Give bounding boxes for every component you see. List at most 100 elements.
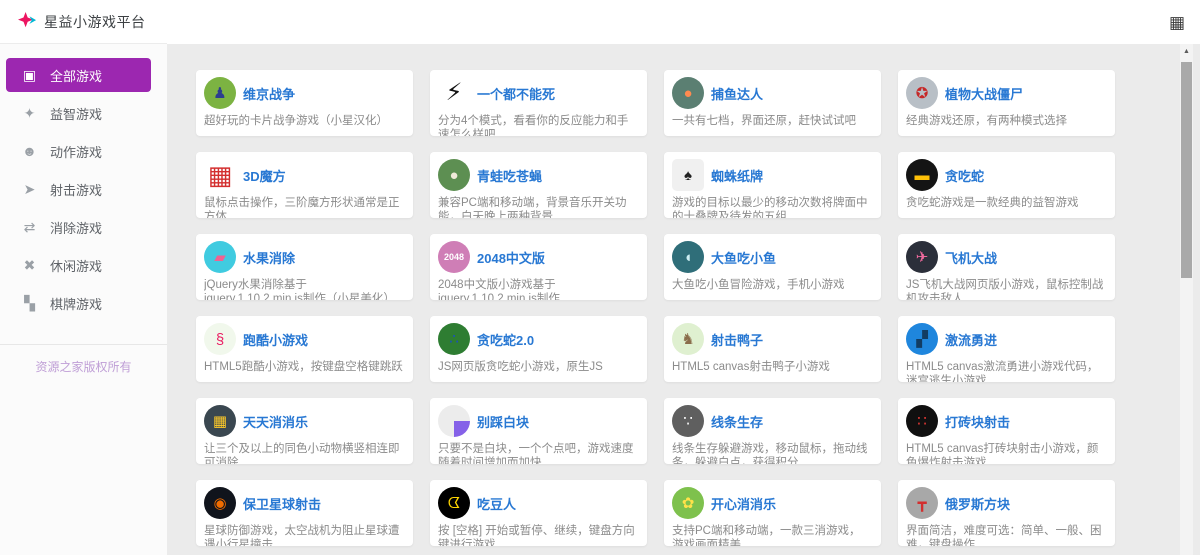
game-title-link[interactable]: 维京战争 — [243, 84, 295, 103]
game-card[interactable]: 2048 2048中文版 2048中文版小游戏基于jquery.1.10.2.m… — [430, 234, 647, 300]
game-description: 星球防御游戏，太空战机为阻止星球遭遇小行星撞击 — [204, 525, 400, 546]
pacman-icon: ᗧ — [438, 487, 470, 519]
game-title-link[interactable]: 飞机大战 — [945, 248, 997, 267]
game-card[interactable]: ▦ 3D魔方 鼠标点击操作，三阶魔方形状通常是正方体 — [196, 152, 413, 218]
game-list-panel: ♟ 维京战争 超好玩的卡片战争游戏（小星汉化） ⚡ 一个都不能死 分为4个模式，… — [167, 44, 1200, 555]
game-card[interactable]: ∷ 打砖块射击 HTML5 canvas打砖块射击小游戏，颜色爆炸射击游戏 — [898, 398, 1115, 464]
game-title-link[interactable]: 跑酷小游戏 — [243, 330, 308, 349]
game-description: HTML5 canvas打砖块射击小游戏，颜色爆炸射击游戏 — [906, 443, 1099, 464]
game-card[interactable]: ◖ 大鱼吃小鱼 大鱼吃小鱼冒险游戏，手机小游戏 — [664, 234, 881, 300]
game-title-link[interactable]: 线条生存 — [711, 412, 763, 431]
game-title-link[interactable]: 打砖块射击 — [945, 412, 1010, 431]
sidebar-item-casual-games[interactable]: ✖ 休闲游戏 — [6, 248, 151, 282]
game-description: 贪吃蛇游戏是一款经典的益智游戏 — [906, 197, 1079, 209]
game-title-link[interactable]: 大鱼吃小鱼 — [711, 248, 776, 267]
scrollbar-thumb[interactable] — [1181, 62, 1192, 278]
game-card[interactable]: 别踩白块 只要不是白块，一个个点吧，游戏速度随着时间增加而加快 — [430, 398, 647, 464]
game-description: jQuery水果消除基于jquery.1.10.2.min.js制作（小星美化） — [204, 279, 395, 300]
game-title-link[interactable]: 天天消消乐 — [243, 412, 308, 431]
game-description: 线条生存躲避游戏，移动鼠标，拖动线条，躲避白点，获得积分 — [672, 443, 868, 464]
game-description: 鼠标点击操作，三阶魔方形状通常是正方体 — [204, 197, 400, 218]
planet-defense-icon: ◉ — [204, 487, 236, 519]
game-description: 分为4个模式，看看你的反应能力和手速怎么样吧 — [438, 115, 629, 136]
apps-grid-icon[interactable]: ▦ — [1169, 14, 1185, 31]
game-card[interactable]: ∵ 线条生存 线条生存躲避游戏，移动鼠标，拖动线条，躲避白点，获得积分 — [664, 398, 881, 464]
game-card[interactable]: ⚡ 一个都不能死 分为4个模式，看看你的反应能力和手速怎么样吧 — [430, 70, 647, 136]
game-title-link[interactable]: 开心消消乐 — [711, 494, 776, 513]
game-description: HTML5跑酷小游戏，按键盘空格键跳跃 — [204, 361, 403, 373]
game-card[interactable]: ┳ 俄罗斯方块 界面简洁，难度可选：简单、一般、困难，键盘操作 — [898, 480, 1115, 546]
rocket-icon: ➤ — [23, 181, 36, 197]
game-card[interactable]: ✪ 植物大战僵尸 经典游戏还原，有两种模式选择 — [898, 70, 1115, 136]
game-card[interactable]: ♠ 蜘蛛纸牌 游戏的目标以最少的移动次数将牌面中的十叠牌及待发的五组 — [664, 152, 881, 218]
game-title-link[interactable]: 3D魔方 — [243, 166, 286, 185]
game-title-link[interactable]: 激流勇进 — [945, 330, 997, 349]
game-title-link[interactable]: 贪吃蛇 — [945, 166, 984, 185]
game-title-link[interactable]: 保卫星球射击 — [243, 494, 321, 513]
scroll-up-arrow-icon[interactable]: ▲ — [1180, 44, 1193, 58]
dna-runner-icon: § — [204, 323, 236, 355]
category-list: ▣ 全部游戏 ✦ 益智游戏 ☻ 动作游戏 ➤ 射击游戏 ⇄ 消除游戏 ✖ 休闲游… — [0, 44, 167, 324]
game-card[interactable]: ◉ 保卫星球射击 星球防御游戏，太空战机为阻止星球遭遇小行星撞击 — [196, 480, 413, 546]
game-description: 大鱼吃小鱼冒险游戏，手机小游戏 — [672, 279, 845, 291]
star-logo-icon — [18, 12, 37, 28]
game-card-grid: ♟ 维京战争 超好玩的卡片战争游戏（小星汉化） ⚡ 一个都不能死 分为4个模式，… — [196, 70, 1116, 546]
game-card[interactable]: ∴ 贪吃蛇2.0 JS网页版贪吃蛇小游戏，原生JS — [430, 316, 647, 382]
crossed-jets-icon: ✖ — [23, 257, 36, 273]
piano-tiles-icon — [438, 405, 470, 437]
game-description: 2048中文版小游戏基于jquery.1.10.2.min.js制作 — [438, 279, 560, 300]
game-title-link[interactable]: 青蛙吃苍蝇 — [477, 166, 542, 185]
game-description: 兼容PC端和移动端，背景音乐开关功能，白天晚上两种背景 — [438, 197, 627, 218]
game-title-link[interactable]: 贪吃蛇2.0 — [477, 330, 534, 349]
game-title-link[interactable]: 别踩白块 — [477, 412, 529, 431]
game-card[interactable]: ● 捕鱼达人 一共有七档，界面还原，赶快试试吧 — [664, 70, 881, 136]
sync-arrows-icon: ⇄ — [23, 219, 36, 235]
vertical-scrollbar[interactable]: ▲ — [1180, 44, 1193, 555]
top-header: 星益小游戏平台 ▦ — [0, 0, 1200, 44]
game-title-link[interactable]: 捕鱼达人 — [711, 84, 763, 103]
game-title-link[interactable]: 射击鸭子 — [711, 330, 763, 349]
rubiks-cube-icon: ▦ — [204, 159, 236, 191]
game-title-link[interactable]: 一个都不能死 — [477, 84, 555, 103]
game-title-link[interactable]: 俄罗斯方块 — [945, 494, 1010, 513]
game-description: 超好玩的卡片战争游戏（小星汉化） — [204, 115, 388, 127]
fish-pond-icon: ● — [672, 77, 704, 109]
game-card[interactable]: ♟ 维京战争 超好玩的卡片战争游戏（小星汉化） — [196, 70, 413, 136]
game-description: JS飞机大战网页版小游戏，鼠标控制战机攻击敌人 — [906, 279, 1104, 300]
popsicle-icon: ▰ — [204, 241, 236, 273]
frog-icon: ● — [438, 159, 470, 191]
game-card[interactable]: ▰ 水果消除 jQuery水果消除基于jquery.1.10.2.min.js制… — [196, 234, 413, 300]
sidebar-item-shooting-games[interactable]: ➤ 射击游戏 — [6, 172, 151, 206]
game-card[interactable]: ● 青蛙吃苍蝇 兼容PC端和移动端，背景音乐开关功能，白天晚上两种背景 — [430, 152, 647, 218]
game-card[interactable]: ✈ 飞机大战 JS飞机大战网页版小游戏，鼠标控制战机攻击敌人 — [898, 234, 1115, 300]
game-description: 让三个及以上的同色小动物横竖相连即可消除 — [204, 443, 400, 464]
game-description: 只要不是白块，一个个点吧，游戏速度随着时间增加而加快 — [438, 443, 634, 464]
game-card[interactable]: ♞ 射击鸭子 HTML5 canvas射击鸭子小游戏 — [664, 316, 881, 382]
game-title-link[interactable]: 植物大战僵尸 — [945, 84, 1023, 103]
sidebar-item-board-card-games[interactable]: ▚ 棋牌游戏 — [6, 286, 151, 320]
running-stickman-icon: ⚡ — [445, 79, 463, 106]
game-description: 一共有七档，界面还原，赶快试试吧 — [672, 115, 856, 127]
sidebar-item-all-games[interactable]: ▣ 全部游戏 — [6, 58, 151, 92]
game-card[interactable]: § 跑酷小游戏 HTML5跑酷小游戏，按键盘空格键跳跃 — [196, 316, 413, 382]
app-logo[interactable]: 星益小游戏平台 — [0, 0, 167, 44]
game-card[interactable]: ▬ 贪吃蛇 贪吃蛇游戏是一款经典的益智游戏 — [898, 152, 1115, 218]
game-title-link[interactable]: 2048中文版 — [477, 248, 545, 267]
sidebar-item-action-games[interactable]: ☻ 动作游戏 — [6, 134, 151, 168]
game-title-link[interactable]: 蜘蛛纸牌 — [711, 166, 763, 185]
sidebar-item-elimination-games[interactable]: ⇄ 消除游戏 — [6, 210, 151, 244]
reddit-alien-icon: ☻ — [22, 143, 37, 159]
game-title-link[interactable]: 水果消除 — [243, 248, 295, 267]
sidebar-item-puzzle-games[interactable]: ✦ 益智游戏 — [6, 96, 151, 130]
popcap-logo-icon: ✪ — [906, 77, 938, 109]
sidebar: ▣ 全部游戏 ✦ 益智游戏 ☻ 动作游戏 ➤ 射击游戏 ⇄ 消除游戏 ✖ 休闲游… — [0, 44, 167, 555]
game-card[interactable]: ✿ 开心消消乐 支持PC端和移动端，一款三消游戏，游戏画面精美 — [664, 480, 881, 546]
game-card[interactable]: ᗧ 吃豆人 按 [空格] 开始或暂停、继续，键盘方向键进行游戏 — [430, 480, 647, 546]
game-description: JS网页版贪吃蛇小游戏，原生JS — [438, 361, 603, 373]
game-title-link[interactable]: 吃豆人 — [477, 494, 516, 513]
game-description: HTML5 canvas射击鸭子小游戏 — [672, 361, 830, 373]
game-description: HTML5 canvas激流勇进小游戏代码，迷宫逃生小游戏 — [906, 361, 1099, 382]
game-description: 经典游戏还原，有两种模式选择 — [906, 115, 1067, 127]
game-card[interactable]: ▞ 激流勇进 HTML5 canvas激流勇进小游戏代码，迷宫逃生小游戏 — [898, 316, 1115, 382]
game-card[interactable]: ▦ 天天消消乐 让三个及以上的同色小动物横竖相连即可消除 — [196, 398, 413, 464]
